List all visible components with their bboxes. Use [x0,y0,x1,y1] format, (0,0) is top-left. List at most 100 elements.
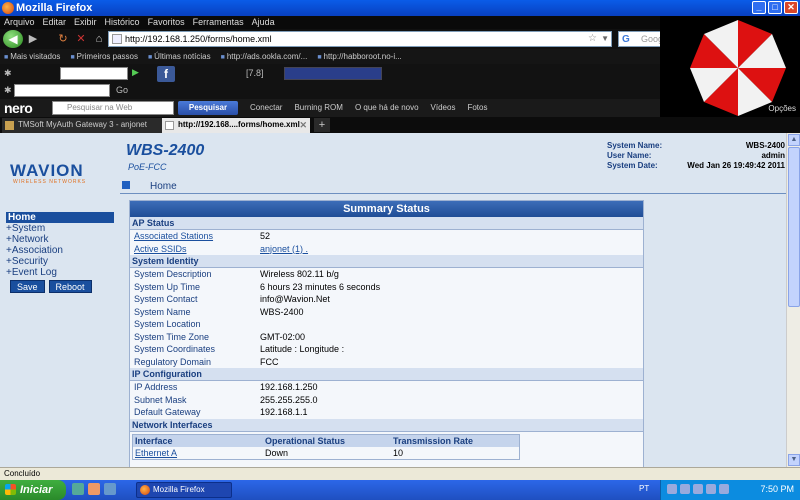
nero-item[interactable]: Conectar [250,99,282,117]
navigation-toolbar: ◀ ▶ ↻ ✕ ⌂ http://192.168.1.250/forms/hom… [0,29,768,49]
menu-ajuda[interactable]: Ajuda [252,16,275,29]
nero-search-placeholder: Pesquisar na Web [67,103,133,112]
media-player-bar[interactable] [284,67,382,80]
close-button[interactable]: ✕ [784,1,798,14]
reboot-button[interactable]: Reboot [48,280,92,293]
menu-exibir[interactable]: Exibir [74,16,97,29]
media-icon[interactable] [104,483,116,495]
tray-network-icon[interactable] [667,484,677,494]
nero-item[interactable]: Fotos [467,99,487,117]
maximize-button[interactable]: □ [768,1,782,14]
kv-label: System Contact [134,294,198,304]
column-header: Interface [135,435,173,446]
tab-myauth[interactable]: TMSoft MyAuth Gateway 3 - anjonet [2,118,162,133]
interface-link[interactable]: Ethernet A [133,447,263,459]
nav-item-home[interactable]: Home [6,212,114,223]
kv-value: Latitude : Longitude : [260,344,345,354]
bookmark-item[interactable]: Primeiros passos [70,49,138,64]
nero-search-button[interactable]: Pesquisar [178,101,238,115]
start-label: Iniciar [20,484,53,496]
kv-value: Wireless 802.11 b/g [260,269,339,279]
kv-value: 52 [260,231,271,241]
kv-label: System Up Time [134,281,201,292]
kv-label: System Location [134,319,201,329]
tray-volume-icon[interactable] [680,484,690,494]
kv-label: System Description [134,269,212,279]
facebook-icon[interactable]: f [157,66,175,82]
kv-label: Subnet Mask [134,394,187,405]
kv-row: System Location [130,318,643,331]
scroll-up-icon[interactable]: ▲ [788,134,800,146]
menu-editar[interactable]: Editar [43,16,67,29]
kv-row: System Contact info@Wavion.Net [130,293,643,306]
vertical-scrollbar[interactable]: ▲ ▼ [786,133,800,467]
forward-arrow-icon[interactable]: ▶ [26,32,40,46]
nav-item-security[interactable]: +Security [6,256,114,267]
home-link[interactable]: Home [150,181,177,192]
nero-item[interactable]: Burning ROM [294,99,342,117]
stop-icon[interactable]: ✕ [74,32,88,46]
active-ssids-link[interactable]: Active SSIDs [130,243,260,256]
start-button[interactable]: Iniciar [0,480,66,500]
tray-update-icon[interactable] [706,484,716,494]
menu-historico[interactable]: Histórico [105,16,140,29]
nav-item-network[interactable]: +Network [6,234,114,245]
kv-label: IP Address [134,382,178,392]
bookmark-item[interactable]: Mais visitados [4,49,60,64]
minimize-button[interactable]: _ [752,1,766,14]
nero-search-input[interactable]: Pesquisar na Web [52,101,174,115]
kv-value: 255.255.255.0 [260,394,318,405]
tab-home-xml[interactable]: http://192.168....forms/home.xml ✕ [162,118,310,133]
toolbar-go-icon[interactable]: ▶ [132,67,139,78]
table-row: Ethernet A Down 10 [133,447,519,459]
home-icon[interactable]: ⌂ [92,32,106,46]
language-indicator[interactable]: PT [639,484,649,493]
kv-value: 192.168.1.1 [260,407,308,417]
firefox-quick-icon[interactable] [88,483,100,495]
save-button[interactable]: Save [10,280,45,293]
back-arrow-icon[interactable]: ◀ [3,30,23,48]
header-divider [120,193,786,194]
nav-item-association[interactable]: +Association [6,245,114,256]
toolbar-counter: [7.8] [246,68,264,78]
desktop-icon[interactable] [72,483,84,495]
section-ap-status: AP Status [130,217,643,230]
toolbar-dropdown-2[interactable] [14,84,110,97]
new-tab-button[interactable]: + [314,118,330,132]
bookmark-star-icon[interactable]: ☆ [588,32,597,46]
toolbar-dropdown[interactable] [60,67,128,80]
ssid-link[interactable]: anjonet (1) . [260,243,308,256]
kv-row: Subnet Mask 255.255.255.0 [130,394,643,407]
toolbar-go-button[interactable]: Go [116,85,128,95]
toolbar-star-icon: ✱ [4,85,12,95]
wavion-tagline: WIRELESS NETWORKS [13,179,87,185]
nav-item-event-log[interactable]: +Event Log [6,267,114,278]
taskbar-firefox[interactable]: Mozilla Firefox [136,482,232,498]
kv-row: System Time Zone GMT-02:00 [130,331,643,344]
tab-favicon [5,121,14,130]
menu-favoritos[interactable]: Favoritos [148,16,185,29]
menu-ferramentas[interactable]: Ferramentas [193,16,244,29]
section-system-identity: System Identity [130,255,643,268]
quick-launch [72,483,116,495]
reload-icon[interactable]: ↻ [56,32,70,46]
tray-security-icon[interactable] [693,484,703,494]
bookmark-item[interactable]: http://ads.ookla.com/... [221,49,307,64]
url-bar[interactable]: http://192.168.1.250/forms/home.xml ☆ ▼ [108,31,612,47]
bookmark-item[interactable]: http://habboroot.no-i... [317,49,402,64]
nav-item-system[interactable]: +System [6,223,114,234]
nero-item[interactable]: O que há de novo [355,99,419,117]
scroll-thumb[interactable] [788,147,800,307]
nero-item[interactable]: Vídeos [431,99,456,117]
nero-toolbar: nero Pesquisar na Web Pesquisar Conectar… [0,99,660,117]
menu-arquivo[interactable]: Arquivo [4,16,35,29]
scroll-down-icon[interactable]: ▼ [788,454,800,466]
section-network-interfaces: Network Interfaces [130,418,643,432]
associated-stations-link[interactable]: Associated Stations [130,230,260,243]
url-dropdown-icon[interactable]: ▼ [601,32,609,46]
tray-app-icon[interactable] [719,484,729,494]
firefox-icon [140,485,150,495]
bookmark-item[interactable]: Últimas notícias [148,49,210,64]
options-button[interactable]: Opções [768,104,796,113]
tab-close-icon[interactable]: ✕ [299,118,307,132]
